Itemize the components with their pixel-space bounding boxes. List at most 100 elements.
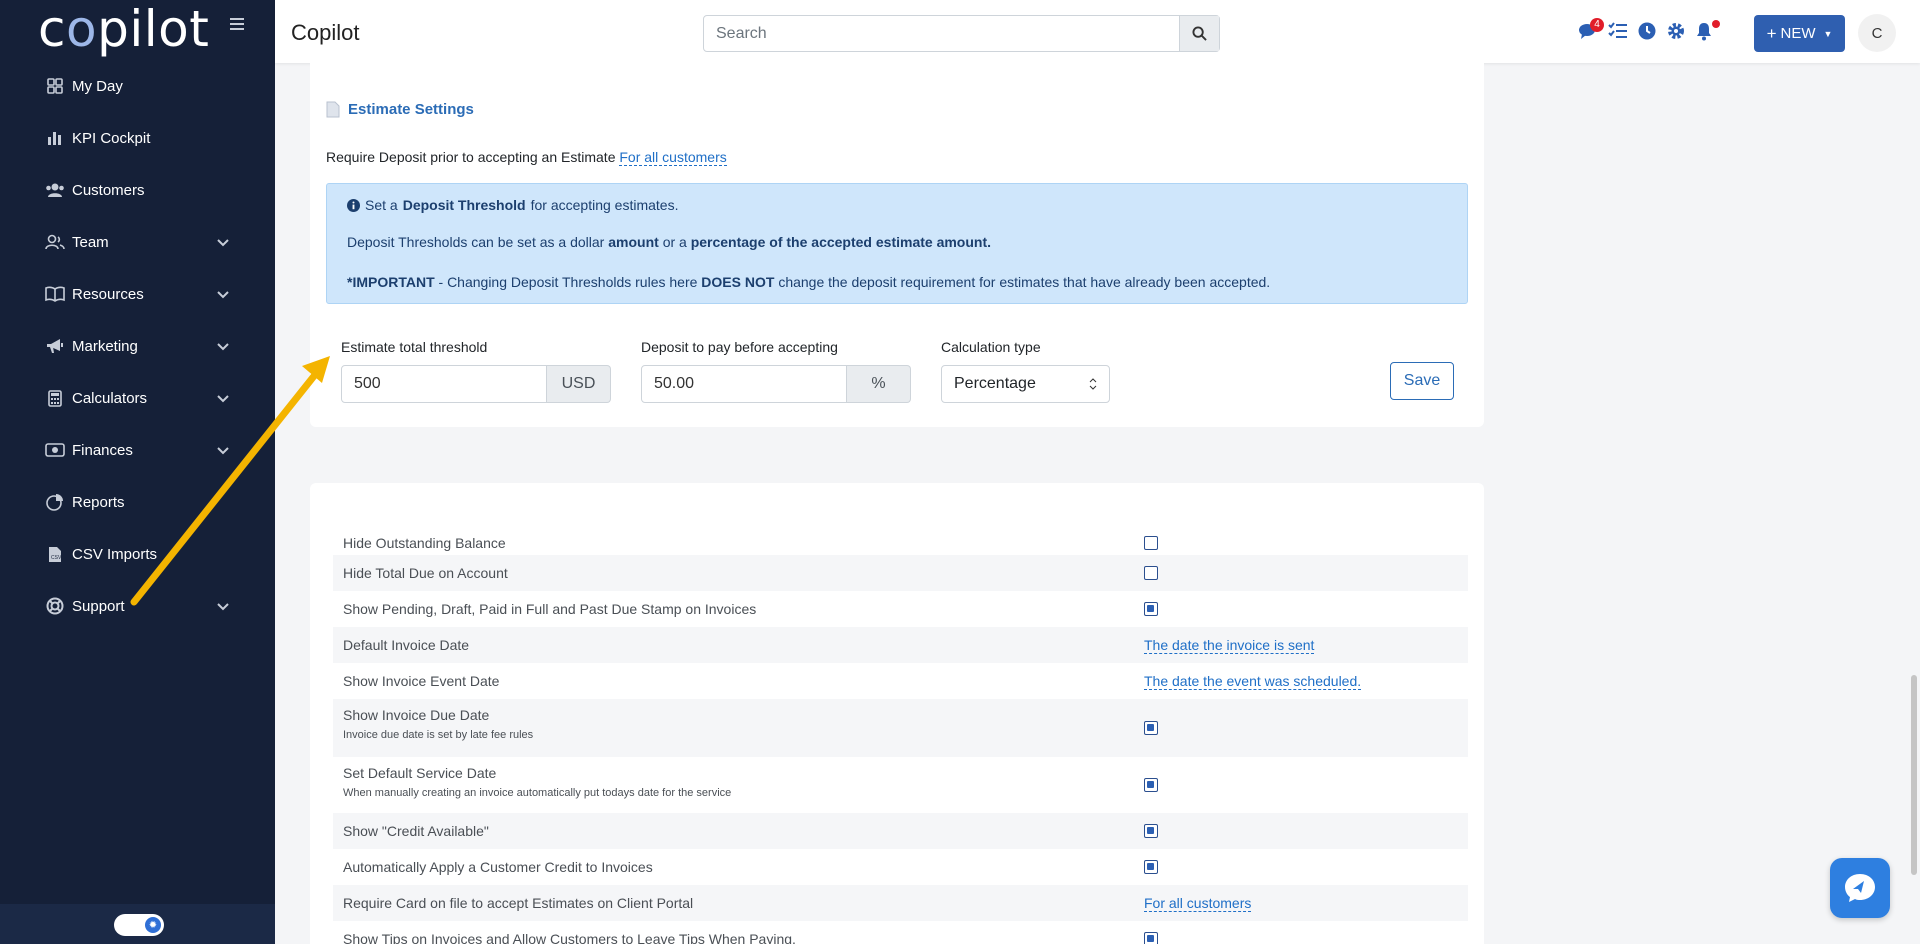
- lifebuoy-icon: [45, 596, 65, 616]
- setting-row: Show Invoice Due Date Invoice due date is…: [333, 699, 1468, 757]
- notification-dot: [1712, 20, 1720, 28]
- search-button[interactable]: [1179, 16, 1219, 51]
- alert-text-bold: *IMPORTANT: [347, 274, 435, 290]
- sidebar-item-label: Reports: [72, 493, 125, 511]
- setting-checkbox[interactable]: [1144, 860, 1158, 874]
- alert-text-bold: Deposit Threshold: [402, 197, 526, 213]
- chevron-down-icon[interactable]: [216, 391, 230, 405]
- sidebar-item-resources[interactable]: Resources: [0, 268, 275, 320]
- invoice-settings-card: Hide Outstanding Balance Hide Total Due o…: [310, 483, 1484, 944]
- sun-icon: ✹: [145, 917, 161, 933]
- clock-icon[interactable]: [1638, 22, 1658, 42]
- setting-row: Show "Credit Available": [333, 813, 1468, 849]
- setting-row: Show Pending, Draft, Paid in Full and Pa…: [333, 591, 1468, 627]
- setting-row: Set Default Service Date When manually cr…: [333, 757, 1468, 813]
- setting-checkbox[interactable]: [1144, 778, 1158, 792]
- tasks-checklist-icon[interactable]: [1608, 22, 1628, 42]
- sidebar-item-finances[interactable]: Finances: [0, 424, 275, 476]
- sidebar-item-label: Customers: [72, 181, 145, 199]
- top-header: Copilot 4 + NEW ▼ C: [275, 0, 1920, 63]
- sidebar-item-customers[interactable]: Customers: [0, 164, 275, 216]
- setting-label: Hide Total Due on Account: [343, 565, 508, 581]
- setting-label: Show Tips on Invoices and Allow Customer…: [343, 931, 796, 944]
- setting-link[interactable]: The date the invoice is sent: [1144, 637, 1315, 654]
- setting-row: Hide Total Due on Account: [333, 555, 1468, 591]
- setting-checkbox[interactable]: [1144, 536, 1158, 550]
- page-scrollbar[interactable]: [1911, 675, 1917, 875]
- require-deposit-link[interactable]: For all customers: [619, 149, 727, 166]
- search-icon: [1192, 26, 1207, 41]
- gear-icon[interactable]: [1667, 22, 1687, 42]
- deposit-label: Deposit to pay before accepting: [641, 339, 838, 355]
- sidebar-footer: ✹: [0, 904, 275, 944]
- setting-row: Show Tips on Invoices and Allow Customer…: [333, 921, 1468, 944]
- chevron-down-icon[interactable]: [216, 287, 230, 301]
- calc-type-value: Percentage: [954, 375, 1036, 392]
- sidebar-item-calculators[interactable]: Calculators: [0, 372, 275, 424]
- alert-text: Set a: [365, 197, 398, 213]
- sidebar-item-team[interactable]: Team: [0, 216, 275, 268]
- deposit-unit: %: [847, 365, 911, 403]
- setting-checkbox[interactable]: [1144, 602, 1158, 616]
- setting-checkbox[interactable]: [1144, 566, 1158, 580]
- user-avatar[interactable]: C: [1858, 14, 1896, 52]
- setting-label: Automatically Apply a Customer Credit to…: [343, 859, 653, 875]
- setting-row: Automatically Apply a Customer Credit to…: [333, 849, 1468, 885]
- require-deposit-text: Require Deposit prior to accepting an Es…: [326, 149, 616, 165]
- setting-row: Show Invoice Event Date The date the even…: [333, 663, 1468, 699]
- setting-checkbox[interactable]: [1144, 932, 1158, 944]
- sidebar-item-support[interactable]: Support: [0, 580, 275, 632]
- sidebar-item-kpi-cockpit[interactable]: KPI Cockpit: [0, 112, 275, 164]
- chevron-down-icon[interactable]: [216, 443, 230, 457]
- book-icon: [45, 284, 65, 304]
- setting-row: Default Invoice Date The date the invoice…: [333, 627, 1468, 663]
- setting-link[interactable]: The date the event was scheduled.: [1144, 673, 1362, 690]
- logo-text-o: o: [66, 0, 98, 58]
- alert-text: change the deposit requirement for estim…: [778, 274, 1271, 290]
- search-input[interactable]: [704, 16, 1179, 51]
- theme-toggle[interactable]: ✹: [114, 914, 164, 936]
- grid-icon: [45, 76, 65, 96]
- setting-label: Show Invoice Due Date: [343, 707, 490, 723]
- alert-line-2: Deposit Thresholds can be set as a dolla…: [347, 234, 991, 250]
- calc-type-select[interactable]: Percentage: [941, 365, 1110, 403]
- alert-text: for accepting estimates.: [530, 197, 679, 213]
- sidebar-item-reports[interactable]: Reports: [0, 476, 275, 528]
- sidebar: copilot My Day KPI Cockpit Customers Team Re…: [0, 0, 275, 944]
- threshold-input[interactable]: [341, 365, 547, 403]
- chevron-down-icon[interactable]: [216, 599, 230, 613]
- setting-label: Require Card on file to accept Estimates…: [343, 895, 694, 911]
- deposit-input[interactable]: [641, 365, 847, 403]
- bell-icon[interactable]: [1695, 20, 1720, 42]
- alert-line-1: Set a Deposit Threshold for accepting es…: [347, 197, 678, 213]
- setting-label: Show Pending, Draft, Paid in Full and Pa…: [343, 601, 757, 617]
- chat-widget-button[interactable]: [1830, 858, 1890, 918]
- sidebar-item-my-day[interactable]: My Day: [0, 60, 275, 112]
- copilot-logo[interactable]: copilot: [38, 2, 209, 56]
- new-button[interactable]: + NEW ▼: [1754, 15, 1845, 52]
- plus-icon: +: [1766, 24, 1777, 43]
- page-title: Copilot: [291, 20, 360, 45]
- messages-icon[interactable]: 4: [1578, 18, 1604, 42]
- setting-label: Show "Credit Available": [343, 823, 489, 839]
- document-icon: [326, 101, 340, 118]
- sidebar-item-marketing[interactable]: Marketing: [0, 320, 275, 372]
- threshold-unit: USD: [547, 365, 611, 403]
- chevron-down-icon[interactable]: [216, 235, 230, 249]
- setting-row: Require Card on file to accept Estimates…: [333, 885, 1468, 921]
- setting-checkbox[interactable]: [1144, 721, 1158, 735]
- hamburger-menu-icon[interactable]: [230, 18, 244, 30]
- sidebar-item-label: Team: [72, 233, 109, 251]
- setting-link[interactable]: For all customers: [1144, 895, 1252, 912]
- calc-type-label: Calculation type: [941, 339, 1041, 355]
- save-button[interactable]: Save: [1390, 362, 1454, 400]
- setting-checkbox[interactable]: [1144, 824, 1158, 838]
- chevron-updown-icon: [1089, 378, 1097, 390]
- setting-sublabel: When manually creating an invoice automa…: [343, 787, 732, 799]
- logo-text-left: c: [38, 0, 66, 58]
- chevron-down-icon[interactable]: [216, 339, 230, 353]
- sidebar-item-label: Marketing: [72, 337, 138, 355]
- setting-label: Show Invoice Event Date: [343, 673, 500, 689]
- search-bar: [703, 15, 1220, 52]
- sidebar-item-csv-imports[interactable]: CSV CSV Imports: [0, 528, 275, 580]
